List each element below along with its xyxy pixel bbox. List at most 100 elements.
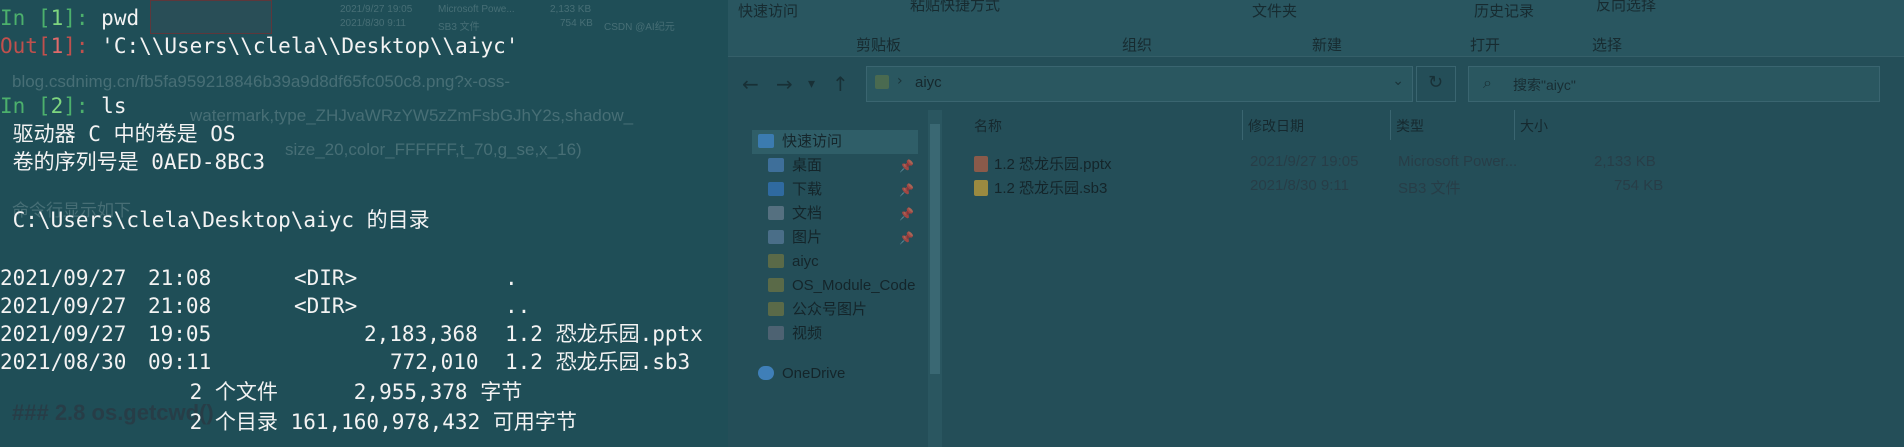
pin-icon: 📌 [899,207,914,221]
entry-name: 1.2 恐龙乐园.pptx [505,322,703,346]
nav-label: 视频 [792,325,823,342]
file-name-cell: 1.2 恐龙乐园.sb3 [974,177,1107,198]
picture-icon [768,230,784,244]
recent-chevron-icon[interactable]: ▾ [808,76,815,92]
command-text: ls [101,94,127,118]
entry-time: 21:08 [148,294,212,318]
ribbon: 快速访问 粘贴快捷方式 文件夹 历史记录 反向选择 剪贴板 组织 新建 打开 选… [728,0,1904,57]
ribbon-reverse-select[interactable]: 反向选择 [1596,0,1656,15]
forward-arrow-icon[interactable]: → [776,72,793,96]
nav-label: 文档 [792,205,823,222]
ribbon-folder[interactable]: 文件夹 [1252,0,1297,21]
file-name-cell: 1.2 恐龙乐园.pptx [974,153,1112,174]
command-text: pwd [101,6,140,30]
video-icon [768,326,784,340]
summary-files: 2 个文件 2,955,378 字节 [0,380,523,404]
prompt-in: In [ [0,94,51,118]
column-header-type[interactable]: 类型 [1396,116,1424,136]
prompt-out: Out[ [0,34,51,58]
file-name: 1.2 恐龙乐园.sb3 [994,180,1108,197]
directory-header: C:\Users\clela\Desktop\aiyc 的目录 [0,208,430,232]
file-explorer-window: 快速访问 粘贴快捷方式 文件夹 历史记录 反向选择 剪贴板 组织 新建 打开 选… [728,0,1904,447]
search-placeholder: 搜索"aiyc" [1513,77,1576,93]
folder-icon [768,302,784,316]
nav-item-desktop[interactable]: 桌面 📌 [768,154,918,178]
address-input[interactable]: › aiyc ⌄ [866,66,1413,102]
input-line-2: In [2]: ls [0,94,126,118]
ipython-terminal[interactable]: In [1]: pwd Out[1]: 'C:\\Users\\clela\\D… [0,0,760,447]
nav-item-pictures[interactable]: 图片 📌 [768,226,918,250]
volume-line: 驱动器 C 中的卷是 OS [0,122,236,146]
column-header-date[interactable]: 修改日期 [1248,116,1304,136]
entry-name: 1.2 恐龙乐园.sb3 [505,350,691,374]
nav-label: 下载 [792,181,823,198]
nav-item-wechat-images[interactable]: 公众号图片 [768,298,867,322]
prompt-number: 2 [50,94,64,118]
file-row[interactable]: 1.2 恐龙乐园.pptx 2021/9/27 19:05 Microsoft … [954,150,1904,174]
file-list: 名称 修改日期 类型 大小 1.2 恐龙乐园.pptx 2021/9/27 19… [954,110,1904,447]
folder-icon [768,278,784,292]
serial-line: 卷的序列号是 0AED-8BC3 [0,150,266,174]
search-input[interactable]: ⌕ 搜索"aiyc" [1468,66,1880,102]
prompt-in-suffix: ]: [63,6,102,30]
file-name: 1.2 恐龙乐园.pptx [994,156,1112,173]
pin-icon: 📌 [899,183,914,197]
search-icon: ⌕ [1483,73,1492,92]
column-separator[interactable] [1242,110,1243,140]
entry-name: .. [505,294,531,318]
entry-date: 2021/09/27 [0,322,127,346]
file-row[interactable]: 1.2 恐龙乐园.sb3 2021/8/30 9:11 SB3 文件 754 K… [954,174,1904,198]
nav-item-aiyc[interactable]: aiyc [768,250,819,274]
download-icon [768,182,784,196]
nav-label: OS_Module_Code [792,277,916,294]
prompt-out-suffix: ]: [63,34,102,58]
pin-icon: 📌 [899,231,914,245]
refresh-button[interactable]: ↻ [1416,66,1456,102]
ribbon-paste-shortcut[interactable]: 粘贴快捷方式 [910,0,1000,15]
entry-name: . [505,266,518,290]
pptx-file-icon [974,156,988,172]
file-size: 754 KB [1614,177,1664,194]
nav-label: 快速访问 [782,133,843,150]
prompt-in: In [ [0,6,51,30]
column-separator[interactable] [1514,110,1515,140]
nav-label: 公众号图片 [792,301,868,318]
up-arrow-icon[interactable]: ↑ [832,72,849,96]
ribbon-group-open: 打开 [1470,37,1501,54]
ribbon-group-new: 新建 [1312,37,1343,54]
folder-icon [875,75,889,89]
nav-item-downloads[interactable]: 下载 📌 [768,178,918,202]
scroll-thumb[interactable] [930,124,940,374]
output-value: 'C:\\Users\\clela\\Desktop\\aiyc' [101,34,519,58]
summary-dirs: 2 个目录 161,160,978,432 可用字节 [0,410,577,434]
entry-time: 09:11 [148,350,212,374]
file-type: SB3 文件 [1398,180,1461,197]
nav-scrollbar[interactable] [928,110,942,447]
entry-time: 21:08 [148,266,212,290]
cloud-icon [758,366,774,380]
ribbon-history[interactable]: 历史记录 [1474,0,1534,21]
file-date: 2021/8/30 9:11 [1250,177,1349,194]
nav-label: aiyc [792,253,819,270]
entry-time: 19:05 [148,322,212,346]
entry-date: 2021/09/27 [0,294,127,318]
file-size: 2,133 KB [1594,153,1656,170]
star-icon [758,134,774,148]
entry-date: 2021/08/30 [0,350,127,374]
refresh-icon: ↻ [1428,72,1444,93]
breadcrumb-chevron-icon: › [897,73,903,89]
nav-item-quick-access[interactable]: 快速访问 [752,130,918,154]
desktop-icon [768,158,784,172]
sb3-file-icon [974,180,988,196]
nav-item-documents[interactable]: 文档 📌 [768,202,918,226]
column-header-name[interactable]: 名称 [974,116,1002,136]
output-line-1: Out[1]: 'C:\\Users\\clela\\Desktop\\aiyc… [0,34,518,58]
column-separator[interactable] [1390,110,1391,140]
nav-item-onedrive[interactable]: OneDrive [758,362,845,386]
input-line-1: In [1]: pwd [0,6,139,30]
column-header-size[interactable]: 大小 [1520,116,1548,136]
nav-item-os-module-code[interactable]: OS_Module_Code [768,274,915,298]
address-dropdown-icon[interactable]: ⌄ [1392,73,1404,89]
prompt-number: 1 [50,34,64,58]
nav-item-videos[interactable]: 视频 [768,322,822,346]
